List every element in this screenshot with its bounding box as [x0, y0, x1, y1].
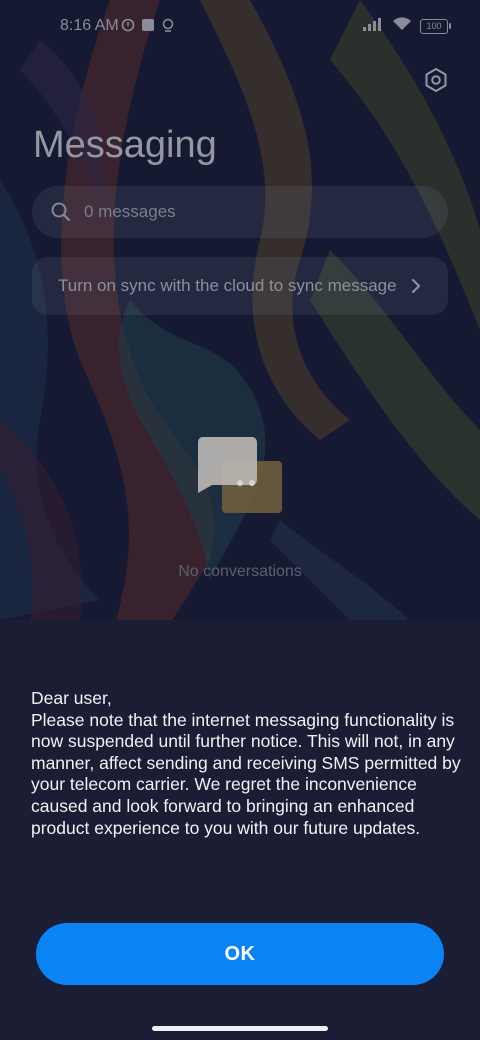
- chevron-right-icon: [406, 276, 426, 296]
- notification-icon: [121, 18, 135, 37]
- status-bar: 8:16 AM 100: [0, 0, 480, 56]
- notice-bottom-sheet: Dear user, Please note that the internet…: [0, 620, 480, 1040]
- search-icon: [50, 201, 72, 223]
- notice-message: Dear user, Please note that the internet…: [31, 688, 461, 838]
- signal-icon: [362, 17, 384, 36]
- status-time: 8:16 AM: [60, 17, 119, 34]
- settings-button[interactable]: [420, 64, 452, 96]
- messaging-screen: 8:16 AM 100 Messaging 0 messages Turn on…: [0, 0, 480, 1040]
- search-input[interactable]: [82, 201, 406, 223]
- wifi-icon: [392, 16, 412, 36]
- status-app-icons: [121, 18, 175, 37]
- sync-banner[interactable]: Turn on sync with the cloud to sync mess…: [32, 257, 448, 315]
- status-right: 100: [362, 16, 451, 36]
- vpn-icon: [161, 18, 175, 37]
- chat-bubbles-icon: [197, 437, 282, 513]
- battery-icon: 100: [420, 18, 451, 34]
- ok-button[interactable]: OK: [36, 923, 444, 985]
- empty-state-label: No conversations: [178, 563, 302, 580]
- sync-banner-text: Turn on sync with the cloud to sync mess…: [58, 276, 396, 295]
- page-title: Messaging: [33, 124, 217, 166]
- app-icon: [141, 18, 155, 37]
- home-indicator[interactable]: [152, 1026, 328, 1031]
- search-bar[interactable]: [32, 186, 448, 238]
- settings-icon: [425, 68, 447, 92]
